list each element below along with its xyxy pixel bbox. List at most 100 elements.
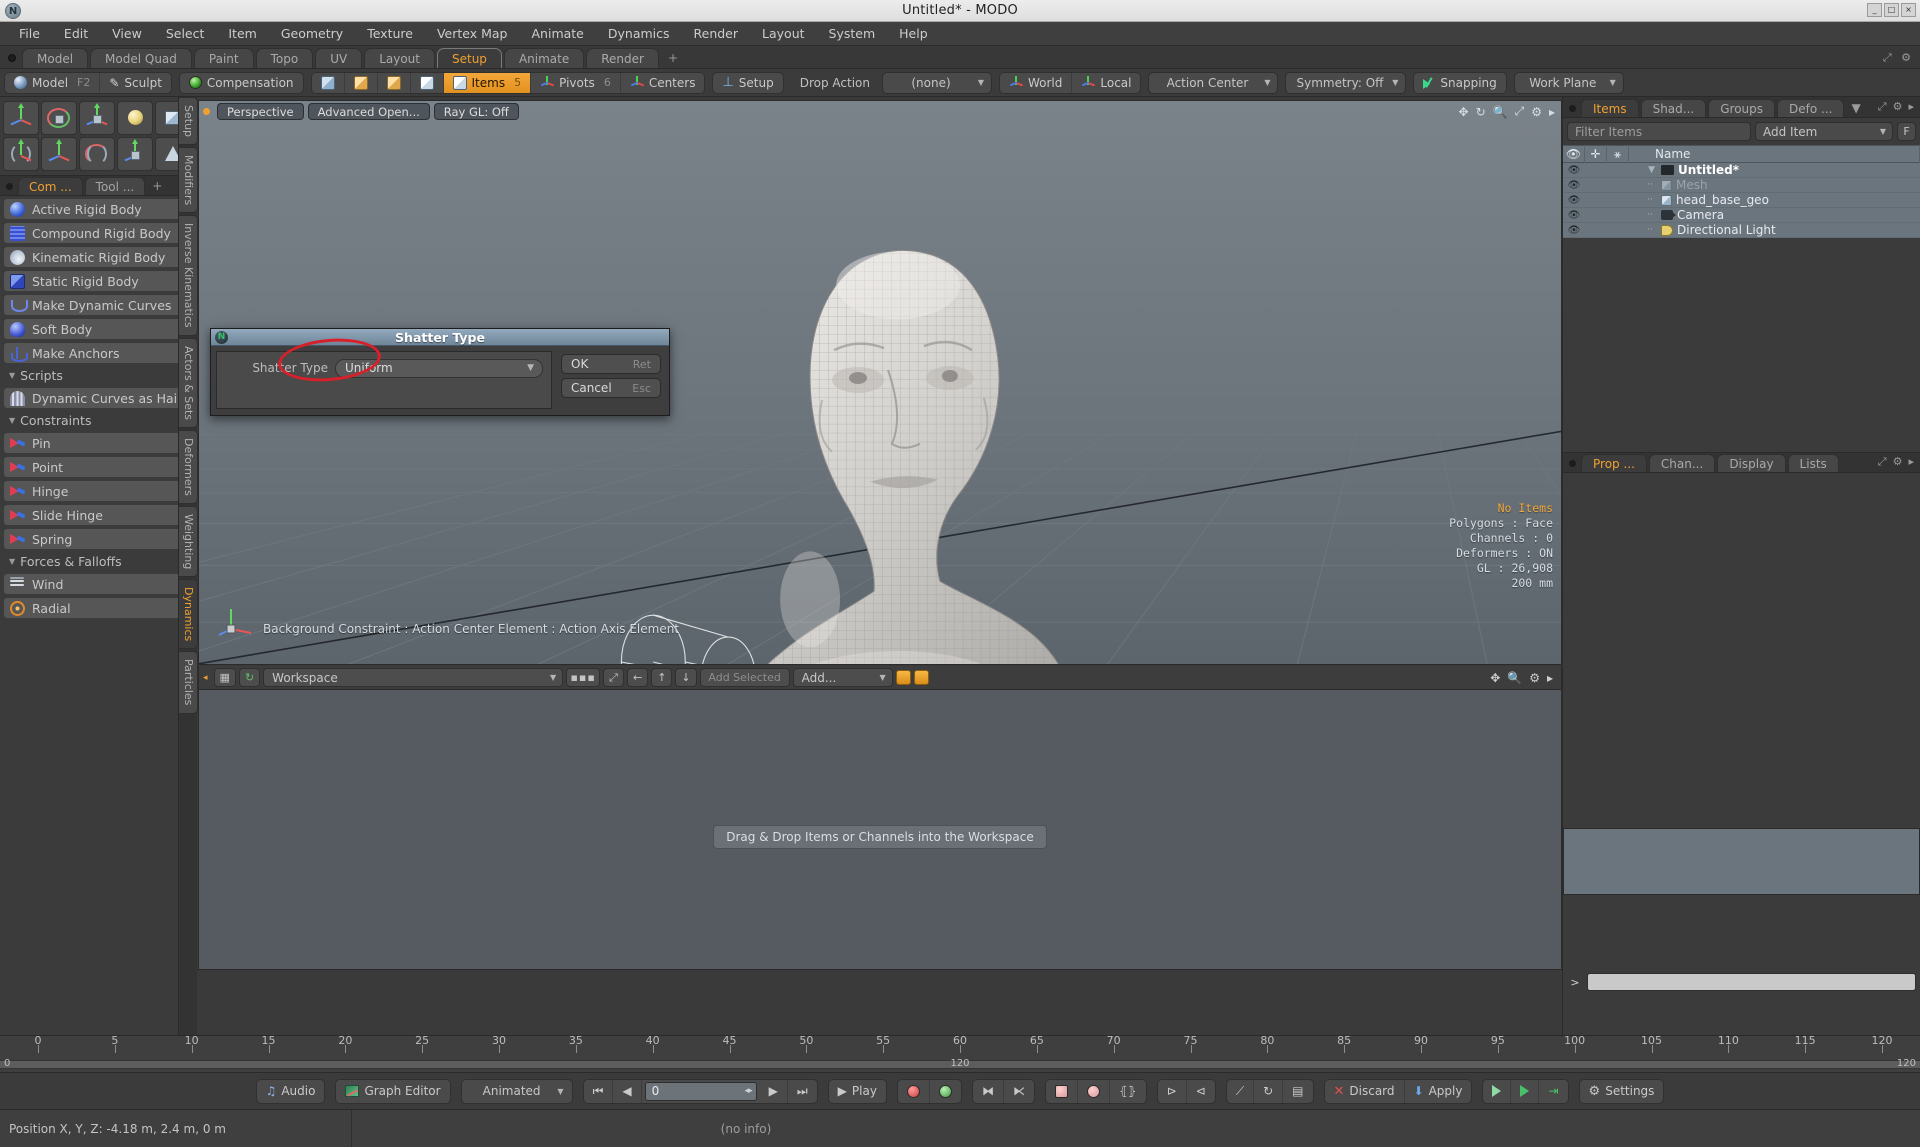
- layout-tab-layout[interactable]: Layout: [364, 48, 435, 68]
- setup-button[interactable]: ⊥ Setup: [713, 73, 782, 93]
- layout-tab-uv[interactable]: UV: [315, 48, 363, 68]
- properties-list[interactable]: [1563, 828, 1920, 895]
- frame-stepper-icon[interactable]: ◂▸: [745, 1086, 753, 1096]
- visibility-toggle-icon[interactable]: 👁: [1563, 180, 1585, 191]
- workspace-canvas[interactable]: Drag & Drop Items or Channels into the W…: [198, 690, 1562, 970]
- workspace-move-icon[interactable]: ✥: [1490, 671, 1500, 685]
- viewport-more-icon[interactable]: ▸: [1549, 105, 1555, 119]
- right-lower-header-icons[interactable]: ⤢ ⚙ ▸: [1878, 455, 1920, 472]
- workspace-header-icons[interactable]: ✥ 🔍 ⚙ ▸: [1490, 671, 1557, 685]
- filter-items-input[interactable]: Filter Items: [1567, 122, 1751, 141]
- tool-item-compound-rigid-body[interactable]: Compound Rigid Body: [3, 222, 193, 244]
- right-panel-more-icon[interactable]: ▸: [1908, 100, 1914, 114]
- timeline-ruler[interactable]: 0 5 10 15 20 25 30 35 40 45 50 55 60 65 70 75 80 85 90 95 10…: [0, 1034, 1920, 1058]
- layout-tab-setup[interactable]: Setup: [437, 48, 502, 68]
- ellipse-key-button[interactable]: [1078, 1079, 1110, 1103]
- action-center-select[interactable]: Action Center ▼: [1148, 71, 1279, 94]
- tool-item-radial[interactable]: Radial: [3, 597, 193, 619]
- tool-item-make-dynamic-curves[interactable]: Make Dynamic Curves: [3, 294, 193, 316]
- workspace-expand-button[interactable]: ⤢: [603, 668, 624, 687]
- right-lower-handle-icon[interactable]: [1569, 460, 1576, 467]
- items-mode-button[interactable]: Items 5: [443, 72, 532, 93]
- axis-scale-tool-button[interactable]: [117, 137, 153, 171]
- menu-item-item[interactable]: Item: [217, 23, 267, 44]
- polygons-mode-button[interactable]: [378, 72, 411, 93]
- drop-action-select[interactable]: (none) ▼: [881, 71, 992, 94]
- right-tab-3[interactable]: Defo ...: [1777, 99, 1845, 117]
- sculpt-mode-button[interactable]: ✎ Sculpt: [100, 73, 171, 93]
- shatter-type-dialog[interactable]: N Shatter Type Shatter Type Uniform ▼ OK…: [210, 328, 670, 416]
- menu-item-view[interactable]: View: [101, 23, 153, 44]
- right-lower-tab-0[interactable]: Prop ...: [1581, 454, 1647, 472]
- vertical-tab-dynamics[interactable]: Dynamics: [179, 579, 198, 650]
- right-lower-more-icon[interactable]: ▸: [1908, 455, 1914, 469]
- edit-slope-button[interactable]: ⟋: [1227, 1079, 1255, 1103]
- workspace-columns-button[interactable]: ▪▪▪: [566, 668, 601, 687]
- vertical-tab-particles[interactable]: Particles: [179, 651, 198, 714]
- viewport-handle-icon[interactable]: [203, 108, 210, 115]
- axis-rotate-tool-button[interactable]: [79, 137, 115, 171]
- right-tab-0[interactable]: Items: [1581, 99, 1639, 117]
- item-row-untitled-[interactable]: 👁 ▼ Untitled*: [1563, 163, 1920, 178]
- tool-item-kinematic-rigid-body[interactable]: Kinematic Rigid Body: [3, 246, 193, 268]
- viewport-gear-icon[interactable]: ⚙: [1531, 105, 1542, 119]
- menu-item-render[interactable]: Render: [683, 23, 750, 44]
- layout-bar-expand-icon[interactable]: ⤢ ⚙: [1883, 51, 1914, 65]
- transform-tool-button[interactable]: [3, 137, 39, 171]
- menu-item-help[interactable]: Help: [888, 23, 939, 44]
- workspace-zoom-icon[interactable]: 🔍: [1507, 671, 1522, 685]
- work-plane-select[interactable]: Work Plane ▼: [1513, 71, 1624, 94]
- nav-next-button[interactable]: ⊲: [1187, 1080, 1215, 1103]
- playback-play-button[interactable]: [1511, 1079, 1540, 1103]
- right-panel-header-icons[interactable]: ⤢ ⚙ ▸: [1878, 100, 1920, 117]
- layout-tab-render[interactable]: Render: [586, 48, 659, 68]
- right-lower-tab-2[interactable]: Display: [1717, 454, 1786, 472]
- left-panel-tab-1[interactable]: Tool ...: [84, 177, 146, 195]
- menu-item-layout[interactable]: Layout: [751, 23, 816, 44]
- rotate-tool-button[interactable]: [41, 101, 77, 135]
- layout-tab-model[interactable]: Model: [22, 48, 89, 68]
- shatter-type-select[interactable]: Uniform ▼: [335, 358, 543, 378]
- play-button[interactable]: ▶ Play: [829, 1080, 886, 1103]
- item-row-mesh[interactable]: 👁 ·· Mesh: [1563, 178, 1920, 193]
- tool-group-header-scripts[interactable]: ▼ Scripts: [3, 366, 193, 385]
- close-button[interactable]: ×: [1901, 3, 1916, 17]
- bracket-key-button[interactable]: ⦃⦄: [1110, 1080, 1146, 1103]
- left-panel-tab-0[interactable]: Com ...: [18, 177, 83, 195]
- menu-item-texture[interactable]: Texture: [356, 23, 424, 44]
- workspace-more-icon[interactable]: ▸: [1547, 671, 1553, 685]
- menu-item-system[interactable]: System: [818, 23, 887, 44]
- workspace-grid-button[interactable]: ▦: [213, 668, 236, 687]
- viewport-rotate-icon[interactable]: ↻: [1476, 105, 1486, 119]
- audio-button[interactable]: ♫ Audio: [257, 1080, 325, 1103]
- item-row-directional-light[interactable]: 👁 ·· Directional Light: [1563, 223, 1920, 238]
- layout-tab-animate[interactable]: Animate: [503, 48, 585, 68]
- maximize-button[interactable]: □: [1884, 3, 1899, 17]
- left-panel-handle-icon[interactable]: [6, 183, 13, 190]
- vertical-tab-deformers[interactable]: Deformers: [179, 429, 198, 504]
- snapping-button[interactable]: Snapping: [1414, 73, 1505, 93]
- anim-mode-select[interactable]: Animated ▼: [462, 1080, 572, 1103]
- timeline-range-bar[interactable]: 0 120 120: [0, 1058, 1920, 1069]
- pivots-mode-button[interactable]: Pivots 6: [531, 72, 621, 93]
- tool-item-slide-hinge[interactable]: Slide Hinge: [3, 504, 193, 526]
- viewport-move-icon[interactable]: ✥: [1459, 105, 1469, 119]
- workspace-gear-icon[interactable]: ⚙: [1529, 671, 1540, 685]
- tool-item-active-rigid-body[interactable]: Active Rigid Body: [3, 198, 193, 220]
- workspace-add-select[interactable]: Add... ▼: [792, 668, 893, 687]
- left-panel-add-tab[interactable]: +: [147, 177, 167, 195]
- workspace-down-button[interactable]: ↓: [675, 668, 697, 687]
- current-frame-field[interactable]: 0 ◂▸: [644, 1081, 757, 1101]
- viewport-chip-0[interactable]: Perspective: [217, 103, 304, 120]
- minimize-button[interactable]: _: [1867, 3, 1882, 17]
- scale-tool-button[interactable]: [79, 101, 115, 135]
- model-mode-button[interactable]: Model F2: [5, 72, 101, 93]
- range-out-button[interactable]: ⧔: [1004, 1080, 1034, 1103]
- viewport-zoom-icon[interactable]: 🔍: [1493, 105, 1508, 119]
- viewport-fit-icon[interactable]: ⤢: [1515, 104, 1525, 119]
- edit-cycle-button[interactable]: ↻: [1254, 1079, 1284, 1103]
- symmetry-select[interactable]: Symmetry: Off ▼: [1285, 71, 1407, 94]
- workspace-key-toggle-a[interactable]: [895, 670, 911, 685]
- layout-tab-paint[interactable]: Paint: [193, 48, 254, 68]
- items-tree[interactable]: 👁 ▼ Untitled* 👁 ·· Mesh 👁 ·· head_base_geo 👁 ·· Cam…: [1563, 163, 1920, 238]
